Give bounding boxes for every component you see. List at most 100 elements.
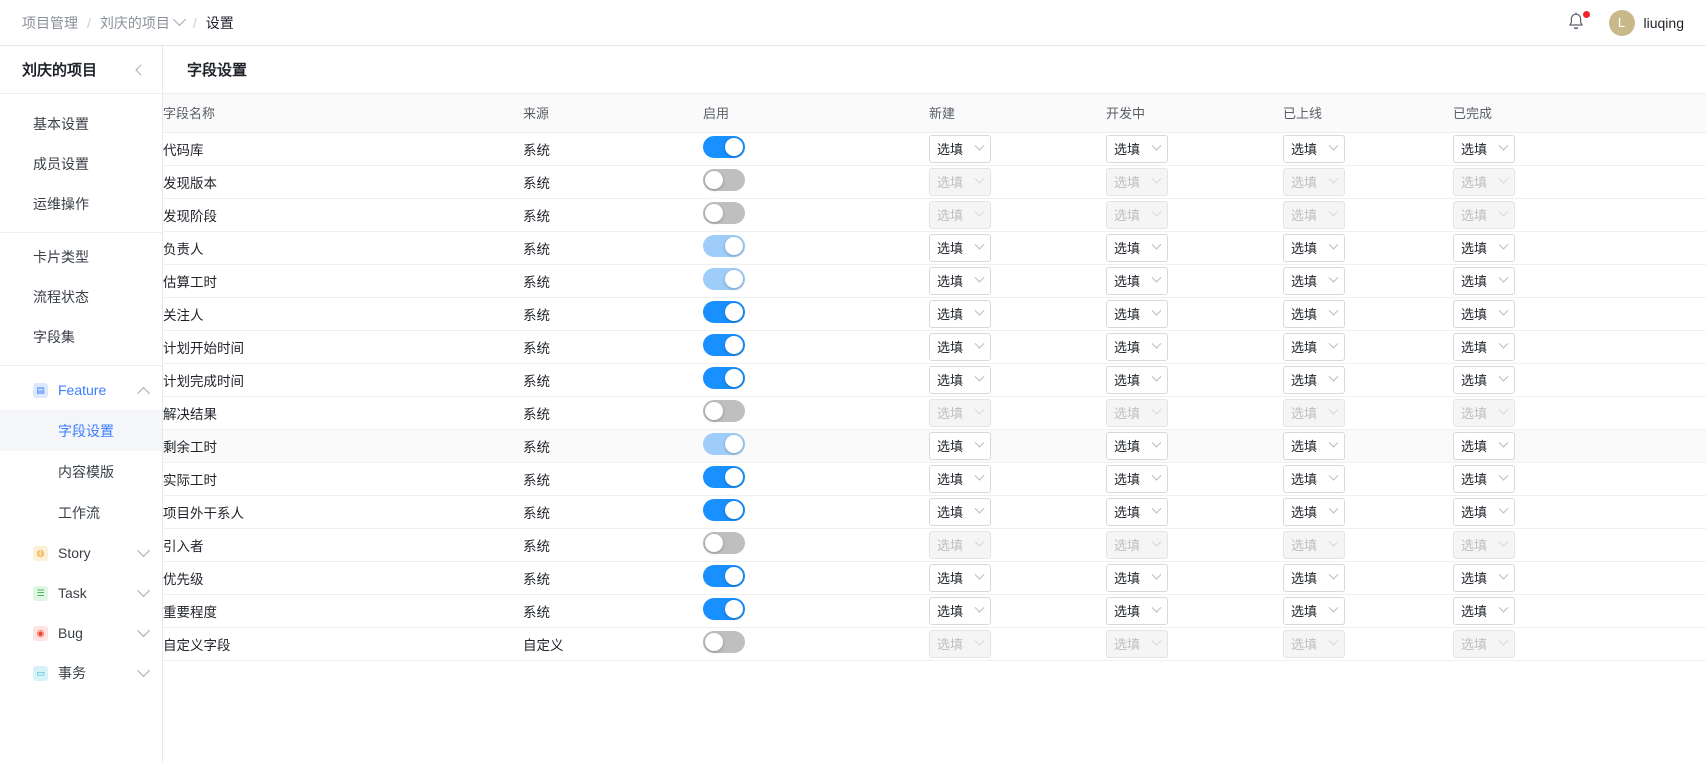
main-content: 字段设置 字段名称 来 (163, 46, 1706, 762)
sidebar-item-ops-actions[interactable]: 运维操作 (0, 184, 162, 224)
notification-bell-button[interactable] (1567, 12, 1587, 34)
enable-toggle[interactable] (703, 631, 745, 653)
table-row[interactable]: 剩余工时系统选填选填选填选填 (163, 429, 1706, 462)
online-requirement-select[interactable]: 选填 (1283, 300, 1345, 328)
table-row[interactable]: 计划完成时间系统选填选填选填选填 (163, 363, 1706, 396)
enable-toggle[interactable] (703, 367, 745, 389)
select-value: 选填 (1114, 403, 1140, 422)
done-requirement-select[interactable]: 选填 (1453, 333, 1515, 361)
dev-requirement-select[interactable]: 选填 (1106, 564, 1168, 592)
cell-done: 选填 (1453, 330, 1706, 363)
table-row[interactable]: 负责人系统选填选填选填选填 (163, 231, 1706, 264)
table-row[interactable]: 计划开始时间系统选填选填选填选填 (163, 330, 1706, 363)
table-row[interactable]: 优先级系统选填选填选填选填 (163, 561, 1706, 594)
enable-toggle[interactable] (703, 400, 745, 422)
online-requirement-select[interactable]: 选填 (1283, 465, 1345, 493)
done-requirement-select[interactable]: 选填 (1453, 465, 1515, 493)
online-requirement-select[interactable]: 选填 (1283, 267, 1345, 295)
done-requirement-select[interactable]: 选填 (1453, 597, 1515, 625)
done-requirement-select[interactable]: 选填 (1453, 267, 1515, 295)
breadcrumb-separator-2: / (193, 15, 197, 31)
dev-requirement-select[interactable]: 选填 (1106, 267, 1168, 295)
cell-enabled (703, 594, 929, 627)
new-requirement-select[interactable]: 选填 (929, 267, 991, 295)
enable-toggle[interactable] (703, 169, 745, 191)
sidebar-item-field-set[interactable]: 字段集 (0, 317, 162, 357)
table-row[interactable]: 发现版本系统选填选填选填选填 (163, 165, 1706, 198)
sidebar-module-story[interactable]: ◍ Story (0, 533, 162, 573)
enable-toggle[interactable] (703, 499, 745, 521)
done-requirement-select[interactable]: 选填 (1453, 366, 1515, 394)
table-row[interactable]: 解决结果系统选填选填选填选填 (163, 396, 1706, 429)
table-row[interactable]: 实际工时系统选填选填选填选填 (163, 462, 1706, 495)
enable-toggle[interactable] (703, 598, 745, 620)
new-requirement-select[interactable]: 选填 (929, 135, 991, 163)
new-requirement-select[interactable]: 选填 (929, 564, 991, 592)
new-requirement-select[interactable]: 选填 (929, 333, 991, 361)
new-requirement-select[interactable]: 选填 (929, 300, 991, 328)
breadcrumb-item-project[interactable]: 刘庆的项目 (100, 13, 184, 33)
enable-toggle[interactable] (703, 268, 745, 290)
done-requirement-select[interactable]: 选填 (1453, 432, 1515, 460)
new-requirement-select[interactable]: 选填 (929, 366, 991, 394)
table-row[interactable]: 重要程度系统选填选填选填选填 (163, 594, 1706, 627)
sidebar-item-member-settings[interactable]: 成员设置 (0, 144, 162, 184)
new-requirement-select[interactable]: 选填 (929, 234, 991, 262)
dev-requirement-select[interactable]: 选填 (1106, 300, 1168, 328)
online-requirement-select[interactable]: 选填 (1283, 234, 1345, 262)
table-row[interactable]: 关注人系统选填选填选填选填 (163, 297, 1706, 330)
online-requirement-select[interactable]: 选填 (1283, 498, 1345, 526)
done-requirement-select[interactable]: 选填 (1453, 300, 1515, 328)
done-requirement-select[interactable]: 选填 (1453, 564, 1515, 592)
new-requirement-select[interactable]: 选填 (929, 498, 991, 526)
enable-toggle[interactable] (703, 202, 745, 224)
sidebar-collapse-button[interactable] (134, 63, 148, 77)
dev-requirement-select[interactable]: 选填 (1106, 498, 1168, 526)
enable-toggle[interactable] (703, 301, 745, 323)
dev-requirement-select[interactable]: 选填 (1106, 333, 1168, 361)
table-row[interactable]: 发现阶段系统选填选填选填选填 (163, 198, 1706, 231)
sidebar-module-feature[interactable]: ▤ Feature (0, 370, 162, 410)
sidebar-item-field-settings[interactable]: 字段设置 (0, 410, 162, 451)
dev-requirement-select[interactable]: 选填 (1106, 597, 1168, 625)
done-requirement-select[interactable]: 选填 (1453, 234, 1515, 262)
dev-requirement-select[interactable]: 选填 (1106, 234, 1168, 262)
done-requirement-select[interactable]: 选填 (1453, 135, 1515, 163)
dev-requirement-select[interactable]: 选填 (1106, 366, 1168, 394)
enable-toggle[interactable] (703, 433, 745, 455)
breadcrumb-item-root[interactable]: 项目管理 (22, 13, 78, 33)
table-row[interactable]: 估算工时系统选填选填选填选填 (163, 264, 1706, 297)
dev-requirement-select[interactable]: 选填 (1106, 465, 1168, 493)
online-requirement-select[interactable]: 选填 (1283, 432, 1345, 460)
new-requirement-select[interactable]: 选填 (929, 465, 991, 493)
dev-requirement-select[interactable]: 选填 (1106, 432, 1168, 460)
sidebar-item-card-type[interactable]: 卡片类型 (0, 237, 162, 277)
sidebar-item-workflow[interactable]: 工作流 (0, 492, 162, 533)
enable-toggle[interactable] (703, 334, 745, 356)
online-requirement-select[interactable]: 选填 (1283, 135, 1345, 163)
sidebar-module-transaction[interactable]: ▭ 事务 (0, 653, 162, 693)
new-requirement-select[interactable]: 选填 (929, 597, 991, 625)
done-requirement-select[interactable]: 选填 (1453, 498, 1515, 526)
enable-toggle[interactable] (703, 235, 745, 257)
user-menu-button[interactable]: L liuqing (1609, 10, 1684, 36)
table-row[interactable]: 自定义字段自定义选填选填选填选填 (163, 627, 1706, 660)
table-row[interactable]: 项目外干系人系统选填选填选填选填 (163, 495, 1706, 528)
enable-toggle[interactable] (703, 136, 745, 158)
online-requirement-select[interactable]: 选填 (1283, 597, 1345, 625)
online-requirement-select[interactable]: 选填 (1283, 366, 1345, 394)
table-row[interactable]: 引入者系统选填选填选填选填 (163, 528, 1706, 561)
sidebar-item-content-template[interactable]: 内容模版 (0, 451, 162, 492)
sidebar-module-bug[interactable]: ◉ Bug (0, 613, 162, 653)
dev-requirement-select[interactable]: 选填 (1106, 135, 1168, 163)
enable-toggle[interactable] (703, 466, 745, 488)
enable-toggle[interactable] (703, 565, 745, 587)
online-requirement-select[interactable]: 选填 (1283, 564, 1345, 592)
sidebar-item-workflow-status[interactable]: 流程状态 (0, 277, 162, 317)
sidebar-module-task[interactable]: ☰ Task (0, 573, 162, 613)
enable-toggle[interactable] (703, 532, 745, 554)
table-row[interactable]: 代码库系统选填选填选填选填 (163, 132, 1706, 165)
sidebar-item-basic-settings[interactable]: 基本设置 (0, 104, 162, 144)
new-requirement-select[interactable]: 选填 (929, 432, 991, 460)
online-requirement-select[interactable]: 选填 (1283, 333, 1345, 361)
